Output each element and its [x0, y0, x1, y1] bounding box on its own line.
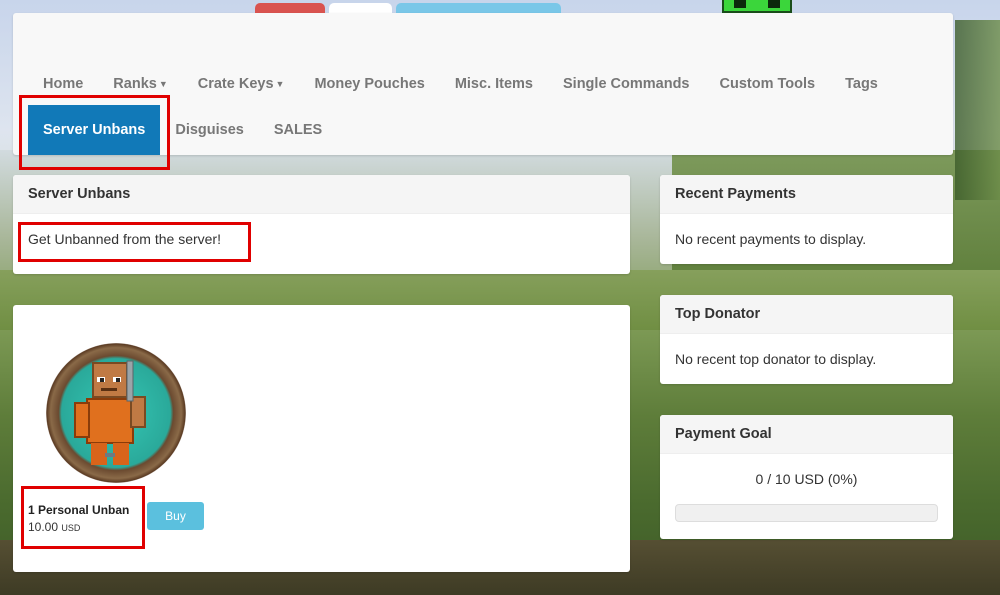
- package-name: 1 Personal Unban: [28, 503, 130, 517]
- nav-row-primary: Home Ranks ▼ Crate Keys ▼ Money Pouches Mi…: [28, 70, 893, 98]
- tree-background: [955, 20, 1000, 200]
- recent-payments-panel: Recent Payments No recent payments to di…: [660, 175, 953, 264]
- payment-goal-progress: [675, 504, 938, 522]
- category-description: Get Unbanned from the server!: [28, 231, 221, 247]
- payment-goal-title: Payment Goal: [660, 415, 953, 454]
- top-donator-panel: Top Donator No recent top donator to dis…: [660, 295, 953, 384]
- nav-item-single-commands[interactable]: Single Commands: [548, 70, 705, 98]
- navbar: Home Ranks ▼ Crate Keys ▼ Money Pouches Mi…: [13, 13, 953, 155]
- nav-item-server-unbans[interactable]: Server Unbans: [28, 105, 161, 155]
- package-panel: 1 Personal Unban 10.00 USD Buy: [13, 305, 630, 572]
- header-tab-white[interactable]: [329, 3, 392, 13]
- nav-item-ranks[interactable]: Ranks ▼: [98, 70, 182, 98]
- creeper-logo-icon: [722, 0, 792, 13]
- top-donator-text: No recent top donator to display.: [675, 351, 877, 367]
- nav-item-crate-keys[interactable]: Crate Keys ▼: [183, 70, 300, 98]
- package-price: 10.00 USD: [28, 520, 80, 534]
- buy-button[interactable]: Buy: [147, 502, 204, 530]
- recent-payments-title: Recent Payments: [660, 175, 953, 214]
- prisoner-figure-icon: [74, 360, 146, 465]
- nav-item-money-pouches[interactable]: Money Pouches: [299, 70, 439, 98]
- nav-item-home[interactable]: Home: [28, 70, 98, 98]
- caret-down-icon: ▼: [275, 79, 285, 90]
- nav-item-tags[interactable]: Tags: [830, 70, 893, 98]
- package-currency: USD: [61, 523, 81, 533]
- nav-item-disguises[interactable]: Disguises: [160, 116, 259, 144]
- top-donator-title: Top Donator: [660, 295, 953, 334]
- nav-item-sales[interactable]: SALES: [259, 116, 337, 144]
- caret-down-icon: ▼: [158, 79, 168, 90]
- header-tab-red[interactable]: [255, 3, 325, 13]
- nav-item-custom-tools[interactable]: Custom Tools: [705, 70, 831, 98]
- nav-item-misc-items[interactable]: Misc. Items: [440, 70, 548, 98]
- package-price-value: 10.00: [28, 520, 59, 534]
- payment-goal-text: 0 / 10 USD (0%): [755, 471, 858, 487]
- recent-payments-text: No recent payments to display.: [675, 231, 867, 247]
- header-tab-blue[interactable]: [396, 3, 561, 13]
- category-title: Server Unbans: [13, 175, 630, 214]
- nav-row-secondary: Server Unbans Disguises SALES: [28, 105, 337, 155]
- category-panel: Server Unbans Get Unbanned from the serv…: [13, 175, 630, 274]
- payment-goal-panel: Payment Goal 0 / 10 USD (0%): [660, 415, 953, 539]
